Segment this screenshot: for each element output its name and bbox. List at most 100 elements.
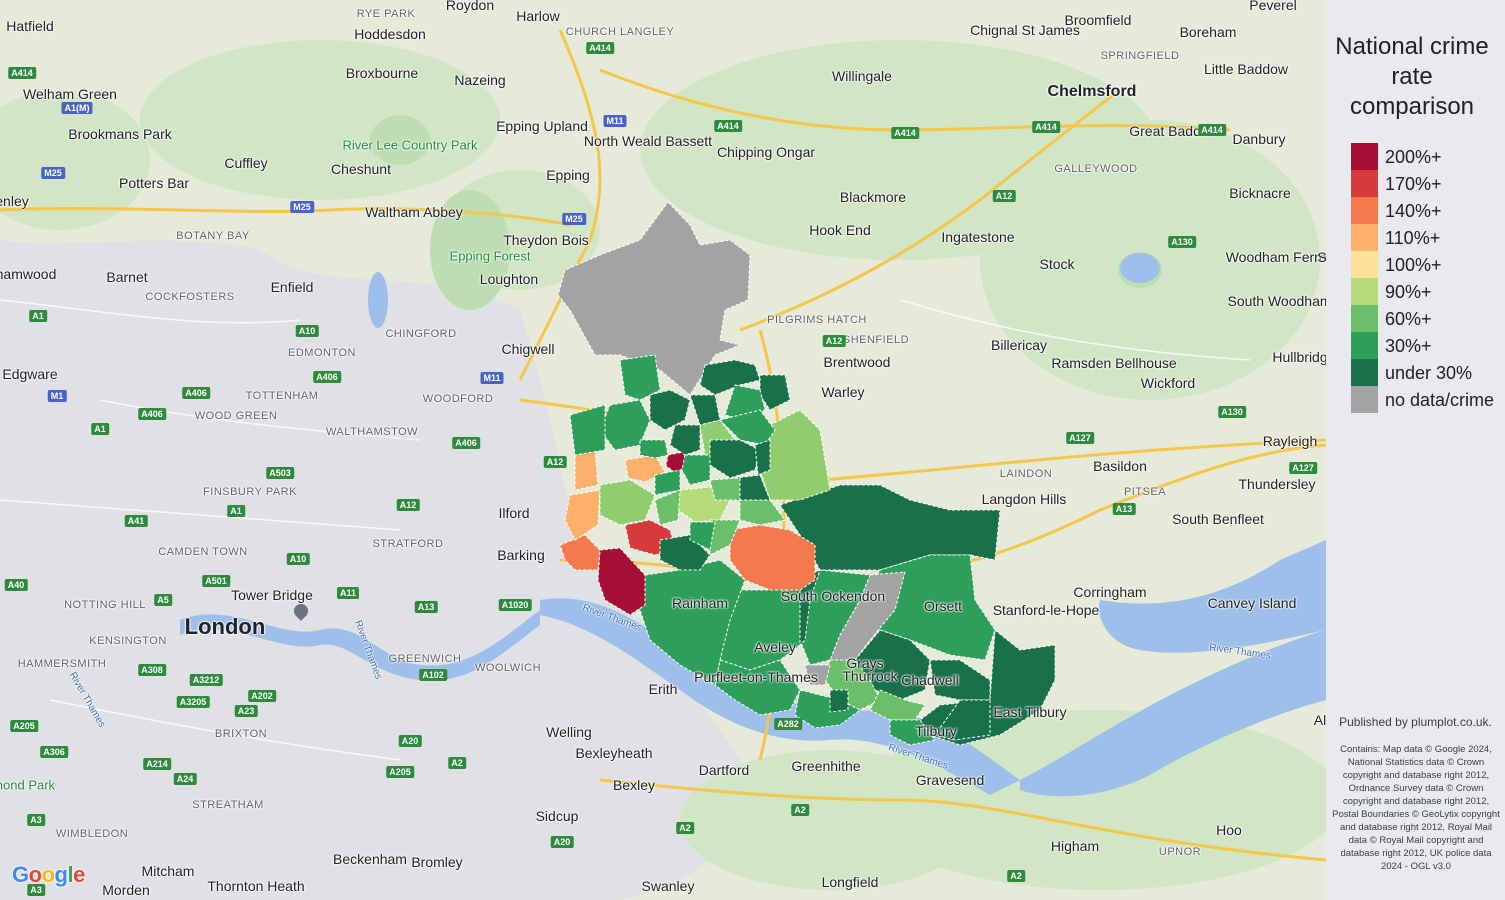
road-shield: A12 [992,190,1016,202]
place-label-south-ockendon: South Ockendon [780,588,886,604]
place-label-ilford: Ilford [498,505,530,521]
road-shield: A2 [676,822,694,834]
place-label-hamwood: hamwood [0,266,57,282]
road-shield: A406 [452,437,480,449]
map-area[interactable]: Hatfield RYE PARK Roydon Harlow CHURCH LANGL… [0,0,1326,900]
place-label-bromley: Bromley [411,854,463,870]
place-label-little-baddow: Little Baddow [1203,61,1289,77]
legend-swatch [1351,386,1378,413]
place-label-rayleigh: Rayleigh [1262,433,1318,449]
road-shield: A24 [173,773,197,785]
road-shield: M25 [562,213,586,225]
place-label-basildon: Basildon [1093,458,1147,474]
place-label-chipping-ongar: Chipping Ongar [716,144,816,160]
place-label-broxbourne: Broxbourne [345,65,419,81]
legend-label: no data/crime [1385,390,1495,410]
place-label-hook-end: Hook End [809,222,871,238]
place-label-woodham-ferrers: Woodham Ferrers [1225,249,1326,265]
road-shield: A202 [248,690,276,702]
road-shield: A10 [295,325,319,337]
place-label-woolwich: WOOLWICH [474,662,542,674]
place-label-erith: Erith [648,681,678,697]
place-label-hoddesdon: Hoddesdon [354,26,426,42]
road-shield: A2 [1007,870,1025,882]
place-label-langdon: Langdon Hills [981,491,1067,507]
road-shield: M25 [41,167,65,179]
road-shield: A2 [791,804,809,816]
place-label-south-benfleet: South Benfleet [1172,511,1264,527]
road-shield: A406 [182,387,210,399]
place-label-springfield: SPRINGFIELD [1100,50,1180,62]
place-label-gravesend: Gravesend [915,772,985,788]
place-label-pleshey: Peverel [1249,0,1297,13]
road-shield: A3 [27,814,45,826]
legend-label: under 30% [1385,363,1473,383]
road-shield: A501 [202,575,230,587]
road-shield: A414 [714,120,742,132]
road-shield: A1 [29,310,47,322]
place-label-corringham: Corringham [1073,584,1147,600]
place-label-cuffley: Cuffley [224,155,268,171]
road-shield: A214 [143,758,171,770]
road-shield: A13 [1112,503,1136,515]
legend-label: 170%+ [1385,174,1442,194]
legend-swatch [1351,305,1378,332]
place-label-thornton: Thornton Heath [207,878,305,894]
place-label-ramsden: Ramsden Bellhouse [1051,355,1177,371]
legend-label: 90%+ [1385,282,1432,302]
place-label-greenhithe: Greenhithe [791,758,861,774]
place-label-brentwood: Brentwood [823,354,891,370]
legend-label: 110%+ [1385,228,1441,248]
place-label-bicknacre: Bicknacre [1229,185,1291,201]
place-label-orsett: Orsett [923,598,963,614]
road-shield: M11 [603,115,627,127]
place-label-london: London [184,614,266,639]
place-label-loughton: Loughton [479,271,539,287]
legend-label: 100%+ [1385,255,1442,275]
road-shield: A10 [286,553,310,565]
place-label-cheshunt: Cheshunt [331,161,391,177]
place-label-notting-hill: NOTTING HILL [64,599,146,611]
place-label-upnor: UPNOR [1158,846,1202,858]
place-label-tilbury: Tilbury [915,723,957,739]
road-shield: A414 [1198,124,1226,136]
legend-panel: National crime rate comparison 200%+ 170%… [1326,0,1505,900]
place-label-kensington: KENSINGTON [89,635,167,647]
place-label-epping-upland: Epping Upland [496,118,588,134]
place-label-hammersmith: HAMMERSMITH [17,658,107,670]
place-label-east-tilbury: East Tilbury [993,704,1067,720]
place-label-aveley: Aveley [754,639,796,655]
road-shield: A414 [586,42,614,54]
place-label-potters-bar: Potters Bar [118,175,190,191]
place-label-botany-bay: BOTANY BAY [176,230,250,242]
road-shield: A102 [419,669,447,681]
place-label-beckenham: Beckenham [333,851,407,867]
legend-swatch [1351,224,1378,251]
place-label-streatham: STREATHAM [192,799,264,811]
place-label-galleywood: GALLEYWOOD [1054,163,1138,175]
place-label-thundersley: Thundersley [1238,476,1316,492]
place-label-epping: Epping [546,167,590,183]
place-label-epping-forest: Epping Forest [449,248,531,264]
place-label-north-weald: North Weald Bassett [583,133,713,149]
place-label-wimbledon: WIMBLEDON [55,828,129,840]
legend-title: National crime rate comparison [1335,33,1489,120]
road-shield: A282 [774,718,802,730]
place-label-greenwich: GREENWICH [388,653,462,665]
place-label-river-lee: River Lee Country Park [342,137,478,153]
place-label-theydon: Theydon Bois [503,232,589,248]
road-shield: A1(M) [61,102,93,114]
road-shield: M1 [47,390,67,402]
place-label-sm: S [1317,249,1326,265]
place-label-hawley: Al [1313,712,1326,728]
place-label-enfield: Enfield [270,279,314,295]
place-label-barnet: Barnet [106,269,148,285]
published-credit: Published by plumplot.co.uk. [1339,715,1492,729]
place-label-welling: Welling [546,724,592,740]
place-label-welham: Welham Green [23,86,117,102]
place-label-swanley: Swanley [641,878,695,894]
road-shield: A306 [40,746,68,758]
place-label-waltham-abbey: Waltham Abbey [365,204,463,220]
place-label-chignal: Chignal St James [970,22,1080,38]
road-shield: A414 [8,67,36,79]
